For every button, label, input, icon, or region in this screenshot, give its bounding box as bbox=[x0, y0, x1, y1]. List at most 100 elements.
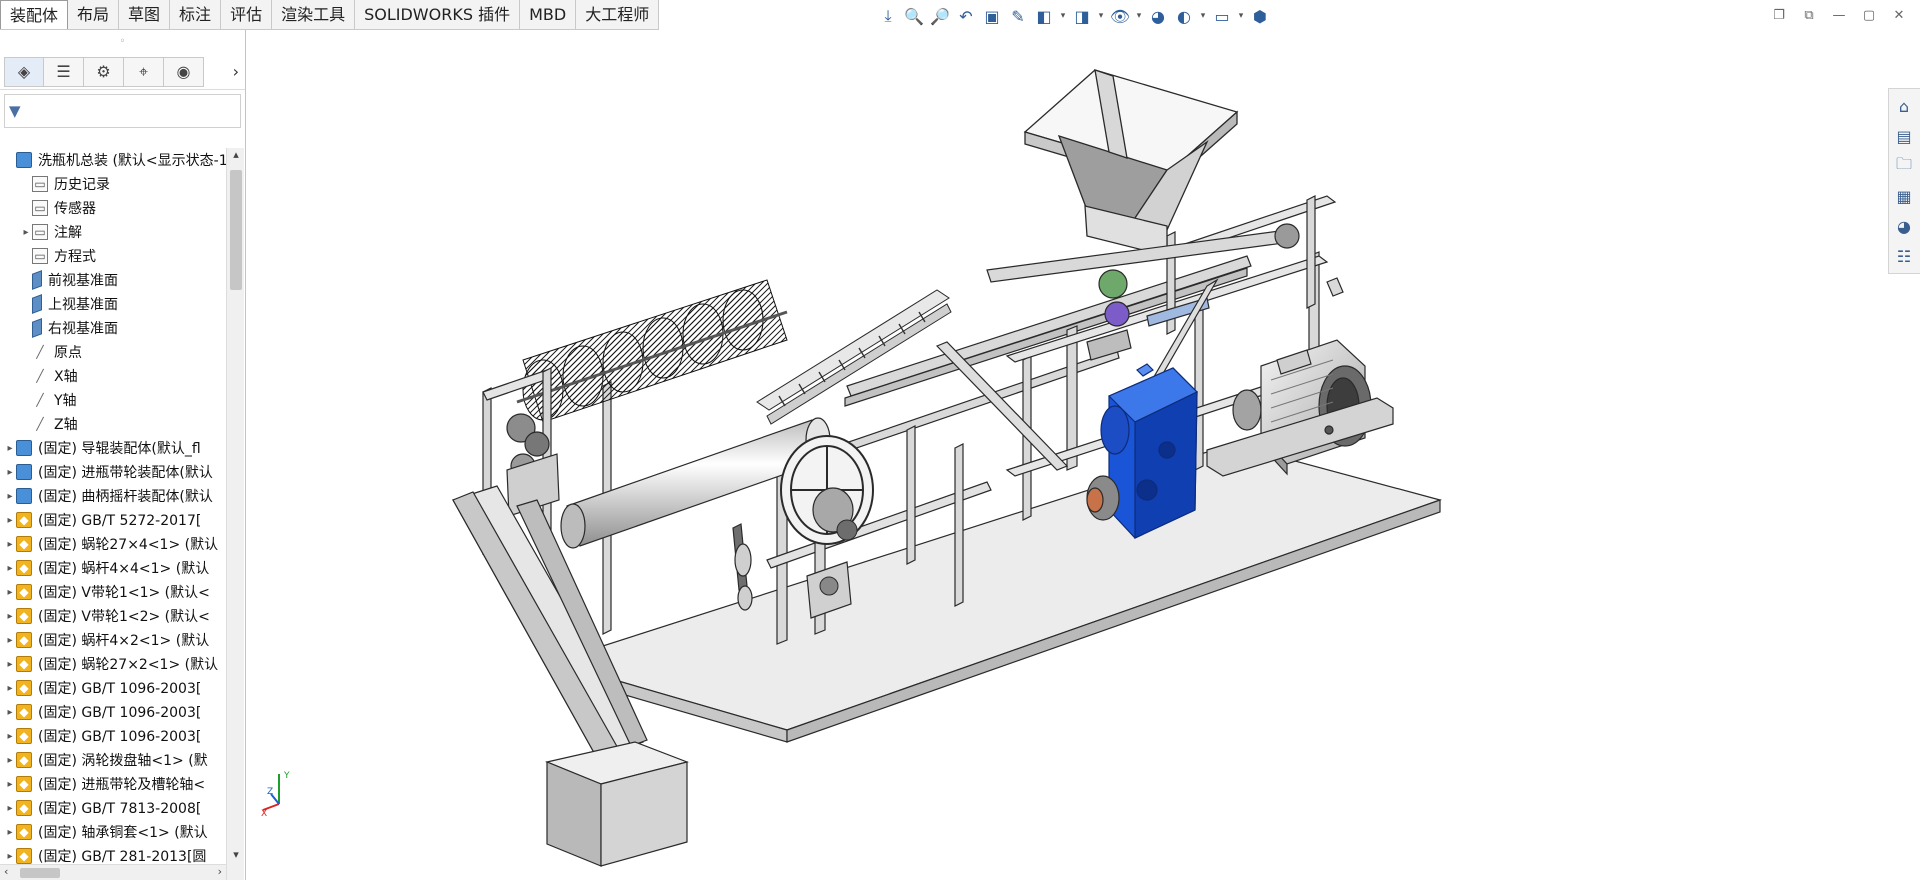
scroll-thumb[interactable] bbox=[230, 170, 242, 290]
tree-filter[interactable]: ▼ bbox=[4, 94, 241, 128]
display-manager-icon[interactable]: ◉ bbox=[164, 56, 204, 87]
previous-view-icon[interactable]: ↶ bbox=[954, 4, 978, 28]
expand-arrow-icon[interactable]: ▸ bbox=[4, 731, 16, 742]
tab-3[interactable]: 标注 bbox=[170, 0, 222, 29]
tree-item[interactable]: ▸ (固定) 进瓶带轮装配体(默认 bbox=[0, 460, 226, 484]
tree-item[interactable]: 上视基准面 bbox=[0, 292, 226, 316]
expand-arrow-icon[interactable]: ▸ bbox=[4, 779, 16, 790]
panel-grip[interactable]: ◦ bbox=[0, 30, 245, 54]
scroll-left-arrow-icon[interactable]: ‹ bbox=[4, 865, 8, 878]
tree-item[interactable]: ▸ ◆ (固定) V带轮1<1> (默认< bbox=[0, 580, 226, 604]
tree-item[interactable]: ▸ ◆ (固定) GB/T 5272-2017[ bbox=[0, 508, 226, 532]
expand-arrow-icon[interactable]: ▸ bbox=[4, 467, 16, 478]
dropdown-arrow-icon[interactable]: ▾ bbox=[1058, 11, 1068, 21]
hide-show-items-icon[interactable]: 👁 bbox=[1108, 4, 1132, 28]
scroll-down-arrow-icon[interactable]: ▾ bbox=[227, 848, 245, 864]
dropdown-arrow-icon[interactable]: ▾ bbox=[1134, 11, 1144, 21]
tree-item[interactable]: ▸ ◆ (固定) 进瓶带轮及槽轮轴< bbox=[0, 772, 226, 796]
design-library-icon[interactable]: ▤ bbox=[1889, 123, 1919, 149]
expand-arrow-icon[interactable]: ▸ bbox=[4, 755, 16, 766]
section-view-icon[interactable]: ▣ bbox=[980, 4, 1004, 28]
appearances-scenes-icon[interactable]: ◕ bbox=[1889, 213, 1919, 239]
tree-item[interactable]: ▸ ◆ (固定) 蜗杆4×2<1> (默认 bbox=[0, 628, 226, 652]
tree-item[interactable]: 前视基准面 bbox=[0, 268, 226, 292]
featuremanager-tree-icon[interactable]: ◈ bbox=[4, 56, 44, 87]
3d-view-icon[interactable]: ⬢ bbox=[1248, 4, 1272, 28]
tree-item[interactable]: ▸ (固定) 导辊装配体(默认_fl bbox=[0, 436, 226, 460]
restore-icon[interactable]: ▢ bbox=[1858, 4, 1880, 26]
tab-2[interactable]: 草图 bbox=[119, 0, 171, 29]
tree-item[interactable]: ▸ ◆ (固定) GB/T 7813-2008[ bbox=[0, 796, 226, 820]
expand-arrow-icon[interactable]: ▸ bbox=[4, 827, 16, 838]
expand-arrow-icon[interactable]: ▸ bbox=[4, 635, 16, 646]
close-icon[interactable]: ✕ bbox=[1888, 4, 1910, 26]
tree-item[interactable]: ▸ ◆ (固定) 轴承铜套<1> (默认 bbox=[0, 820, 226, 844]
view-orientation-icon[interactable]: ⤓ bbox=[876, 4, 900, 28]
tree-item[interactable]: ▸ (固定) 曲柄摇杆装配体(默认 bbox=[0, 484, 226, 508]
tree-item[interactable]: ▸ ◆ (固定) GB/T 1096-2003[ bbox=[0, 700, 226, 724]
tree-item[interactable]: ▸ ◆ (固定) 涡轮拨盘轴<1> (默 bbox=[0, 748, 226, 772]
expand-arrow-icon[interactable]: ▸ bbox=[4, 563, 16, 574]
tree-item[interactable]: ╱ X轴 bbox=[0, 364, 226, 388]
expand-arrow-icon[interactable]: ▸ bbox=[4, 515, 16, 526]
dropdown-arrow-icon[interactable]: ▾ bbox=[1198, 11, 1208, 21]
expand-arrow-icon[interactable]: ▸ bbox=[4, 851, 16, 862]
zoom-to-fit-icon[interactable]: 🔍 bbox=[902, 4, 926, 28]
minimize-icon[interactable]: — bbox=[1828, 4, 1850, 26]
tree-item[interactable]: 右视基准面 bbox=[0, 316, 226, 340]
tree-item[interactable]: ▸ ◆ (固定) 蜗轮27×2<1> (默认 bbox=[0, 652, 226, 676]
configuration-manager-icon[interactable]: ⚙ bbox=[84, 56, 124, 87]
view-settings-icon[interactable]: ▭ bbox=[1210, 4, 1234, 28]
expand-arrow-icon[interactable]: ▸ bbox=[4, 707, 16, 718]
expand-arrow-icon[interactable]: ▸ bbox=[4, 539, 16, 550]
tree-item[interactable]: ▸ ▭ 注解 bbox=[0, 220, 226, 244]
expand-arrow-icon[interactable]: ▸ bbox=[4, 443, 16, 454]
tab-7[interactable]: MBD bbox=[520, 0, 577, 29]
scroll-up-arrow-icon[interactable]: ▴ bbox=[227, 148, 245, 164]
tree-item[interactable]: ▭ 方程式 bbox=[0, 244, 226, 268]
apply-scene-icon[interactable]: ◐ bbox=[1172, 4, 1196, 28]
tree-item[interactable]: ▸ ◆ (固定) GB/T 1096-2003[ bbox=[0, 724, 226, 748]
edit-appearance-icon[interactable]: ◕ bbox=[1146, 4, 1170, 28]
property-manager-icon[interactable]: ☰ bbox=[44, 56, 84, 87]
tree-item[interactable]: ▭ 历史记录 bbox=[0, 172, 226, 196]
tab-8[interactable]: 大工程师 bbox=[576, 0, 660, 29]
scroll-right-arrow-icon[interactable]: › bbox=[218, 865, 222, 878]
view-palette-icon[interactable]: ▦ bbox=[1889, 183, 1919, 209]
tree-item[interactable]: ▸ ◆ (固定) GB/T 1096-2003[ bbox=[0, 676, 226, 700]
dropdown-arrow-icon[interactable]: ▾ bbox=[1236, 11, 1246, 21]
dropdown-arrow-icon[interactable]: ▾ bbox=[1096, 11, 1106, 21]
tile-left-icon[interactable]: ❐ bbox=[1768, 4, 1790, 26]
tree-item[interactable]: ▭ 传感器 bbox=[0, 196, 226, 220]
tree-horizontal-scrollbar[interactable]: ‹ › bbox=[0, 864, 226, 880]
more-tabs-icon[interactable]: › bbox=[233, 62, 239, 81]
tree-item[interactable]: ▸ ◆ (固定) V带轮1<2> (默认< bbox=[0, 604, 226, 628]
custom-properties-icon[interactable]: ☷ bbox=[1889, 243, 1919, 269]
solidworks-resources-icon[interactable]: ⌂ bbox=[1889, 93, 1919, 119]
hscroll-thumb[interactable] bbox=[20, 868, 60, 878]
tab-6[interactable]: SOLIDWORKS 插件 bbox=[355, 0, 521, 29]
display-style-icon[interactable]: ◨ bbox=[1070, 4, 1094, 28]
tab-5[interactable]: 渲染工具 bbox=[272, 0, 356, 29]
expand-arrow-icon[interactable]: ▸ bbox=[4, 611, 16, 622]
graphics-area[interactable]: Y X Z bbox=[247, 30, 1887, 880]
expand-arrow-icon[interactable]: ▸ bbox=[4, 659, 16, 670]
tab-4[interactable]: 评估 bbox=[221, 0, 273, 29]
zoom-to-area-icon[interactable]: 🔎 bbox=[928, 4, 952, 28]
tab-1[interactable]: 布局 bbox=[68, 0, 120, 29]
tree-item[interactable]: ▸ ◆ (固定) 蜗轮27×4<1> (默认 bbox=[0, 532, 226, 556]
dimxpert-manager-icon[interactable]: ⌖ bbox=[124, 56, 164, 87]
expand-arrow-icon[interactable]: ▸ bbox=[4, 803, 16, 814]
tree-vertical-scrollbar[interactable]: ▴ ▾ bbox=[226, 148, 244, 880]
assembly-model[interactable] bbox=[247, 30, 1887, 880]
tab-0[interactable]: 装配体 bbox=[0, 0, 69, 29]
dynamic-annotation-icon[interactable]: ✎ bbox=[1006, 4, 1030, 28]
expand-arrow-icon[interactable]: ▸ bbox=[20, 227, 32, 238]
expand-arrow-icon[interactable]: ▸ bbox=[4, 491, 16, 502]
expand-arrow-icon[interactable]: ▸ bbox=[4, 683, 16, 694]
tree-item[interactable]: 洗瓶机总装 (默认<显示状态-1>) bbox=[0, 148, 226, 172]
view-orientation-cube-icon[interactable]: ◧ bbox=[1032, 4, 1056, 28]
tree-item[interactable]: ╱ Z轴 bbox=[0, 412, 226, 436]
tree-item[interactable]: ▸ ◆ (固定) 蜗杆4×4<1> (默认 bbox=[0, 556, 226, 580]
tile-right-icon[interactable]: ⧉ bbox=[1798, 4, 1820, 26]
